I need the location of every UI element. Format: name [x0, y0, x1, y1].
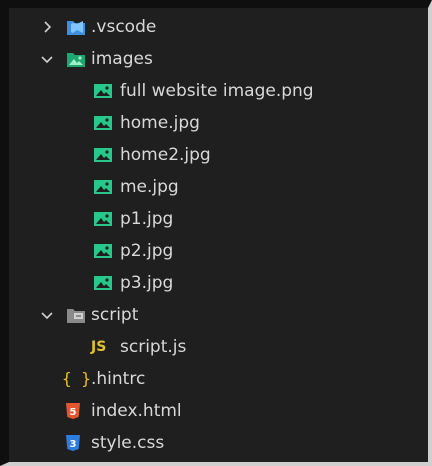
explorer-frame: .vscode images full website image.png ho…	[0, 0, 432, 466]
vscode-folder-icon	[66, 18, 86, 36]
image-file-icon	[93, 210, 113, 228]
image-file-icon	[93, 146, 113, 164]
chevron-down-icon[interactable]	[39, 307, 55, 323]
tree-item-label: images	[91, 49, 153, 69]
config-file-icon: { }	[62, 369, 91, 388]
tree-item-label: home.jpg	[120, 113, 200, 133]
chevron-down-icon[interactable]	[39, 51, 55, 67]
tree-item-file[interactable]: home2.jpg	[9, 139, 428, 171]
image-file-icon	[93, 178, 113, 196]
tree-item-file[interactable]: p2.jpg	[9, 235, 428, 267]
tree-item-file[interactable]: { } .hintrc	[9, 363, 428, 395]
tree-item-label: p1.jpg	[120, 209, 174, 229]
tree-item-file[interactable]: 5 index.html	[9, 395, 428, 427]
tree-item-file[interactable]: 3 style.css	[9, 427, 428, 459]
script-folder-icon	[66, 306, 86, 324]
tree-item-label: home2.jpg	[120, 145, 211, 165]
tree-item-label: p3.jpg	[120, 273, 174, 293]
tree-item-label: script	[91, 305, 139, 325]
chevron-right-icon[interactable]	[39, 19, 55, 35]
tree-item-label: .hintrc	[91, 369, 146, 389]
tree-item-label: me.jpg	[120, 177, 179, 197]
tree-item-label: style.css	[91, 433, 165, 453]
tree-item-file[interactable]: full website image.png	[9, 75, 428, 107]
image-file-icon	[93, 274, 113, 292]
css3-file-icon: 3	[65, 434, 85, 452]
file-explorer-tree: .vscode images full website image.png ho…	[9, 8, 428, 462]
tree-item-label: .vscode	[91, 17, 157, 37]
tree-item-file[interactable]: JS script.js	[9, 331, 428, 363]
tree-item-label: index.html	[91, 401, 182, 421]
tree-item-file[interactable]: home.jpg	[9, 107, 428, 139]
images-folder-icon	[66, 50, 86, 68]
tree-item-vscode[interactable]: .vscode	[9, 11, 428, 43]
tree-item-script-folder[interactable]: script	[9, 299, 428, 331]
image-file-icon	[93, 242, 113, 260]
svg-text:5: 5	[70, 407, 77, 418]
tree-item-label: full website image.png	[120, 81, 314, 101]
tree-item-file[interactable]: p3.jpg	[9, 267, 428, 299]
image-file-icon	[93, 82, 113, 100]
tree-item-file[interactable]: me.jpg	[9, 171, 428, 203]
tree-item-label: script.js	[120, 337, 187, 357]
tree-item-label: p2.jpg	[120, 241, 174, 261]
image-file-icon	[93, 114, 113, 132]
tree-item-file[interactable]: p1.jpg	[9, 203, 428, 235]
tree-item-images-folder[interactable]: images	[9, 43, 428, 75]
javascript-file-icon: JS	[91, 339, 107, 355]
html5-file-icon: 5	[65, 402, 85, 420]
svg-text:3: 3	[70, 439, 77, 450]
